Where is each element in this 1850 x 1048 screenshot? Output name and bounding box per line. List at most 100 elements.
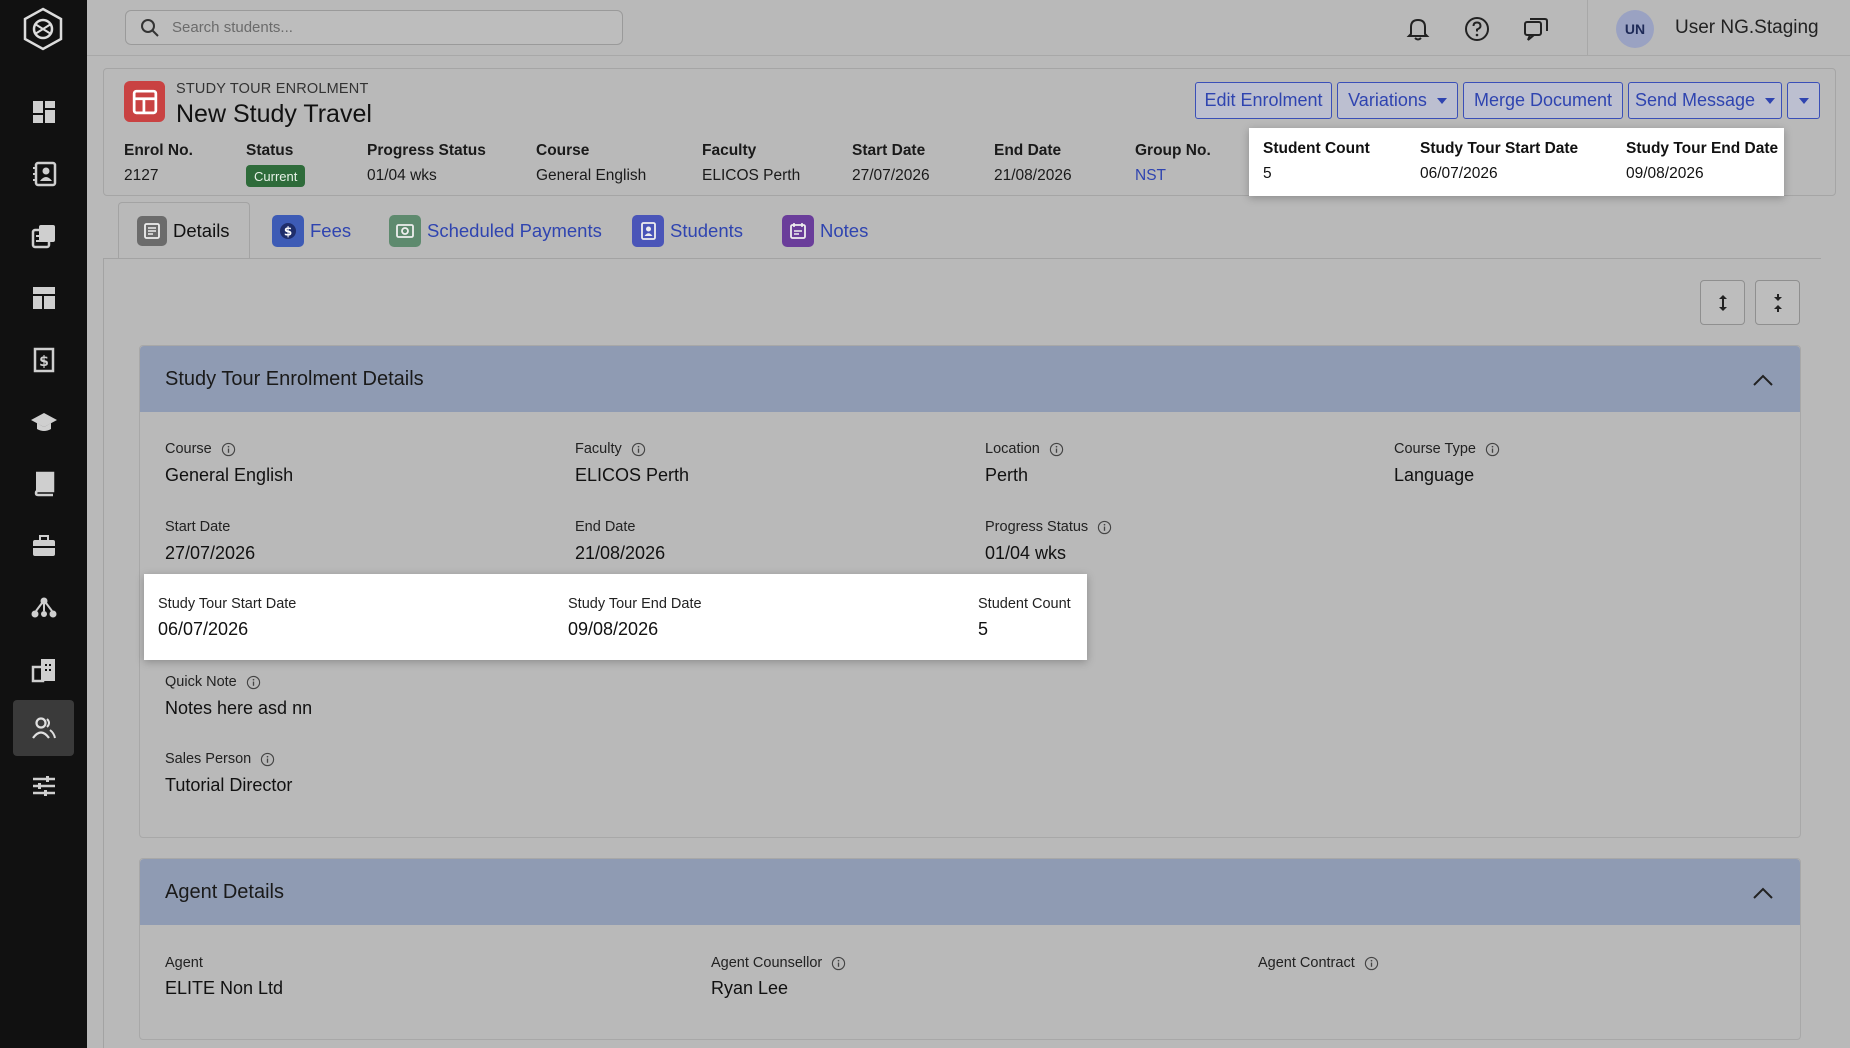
layout-grid-icon bbox=[132, 89, 157, 114]
nav-network[interactable] bbox=[13, 580, 74, 636]
tab-students[interactable]: Students bbox=[632, 202, 743, 259]
contact-book-icon bbox=[641, 221, 656, 240]
nav-dashboard[interactable] bbox=[13, 84, 74, 140]
sidebar: $ bbox=[0, 0, 87, 1048]
calendar-note-icon bbox=[790, 222, 806, 239]
info-icon[interactable] bbox=[1364, 956, 1379, 971]
agent-counsellor-link[interactable]: Ryan Lee bbox=[711, 978, 788, 999]
edit-enrolment-button[interactable]: Edit Enrolment bbox=[1195, 82, 1332, 119]
info-icon[interactable] bbox=[1485, 442, 1500, 457]
tab-details[interactable]: Details bbox=[118, 202, 250, 259]
variations-button[interactable]: Variations bbox=[1337, 82, 1458, 119]
send-message-label: Send Message bbox=[1634, 90, 1756, 110]
nav-people[interactable] bbox=[13, 700, 74, 756]
dashboard-icon bbox=[32, 101, 55, 123]
popover-student-count-label: Student Count bbox=[978, 596, 1071, 612]
more-actions-button[interactable] bbox=[1787, 82, 1820, 119]
quick-note-field-value: Notes here asd nn bbox=[165, 698, 313, 718]
topbar-divider bbox=[1587, 0, 1588, 56]
course-value: General English bbox=[536, 167, 647, 184]
panel-header[interactable]: Study Tour Enrolment Details bbox=[140, 346, 1800, 412]
tab-scheduled-payments[interactable]: Scheduled Payments bbox=[389, 202, 602, 259]
nav-documents[interactable] bbox=[13, 208, 74, 264]
fees-tab-icon-wrap: $ bbox=[272, 214, 304, 247]
info-icon[interactable] bbox=[1097, 520, 1112, 535]
merge-document-button[interactable]: Merge Document bbox=[1463, 82, 1623, 119]
start-date-value: 27/07/2026 bbox=[852, 167, 930, 184]
end-date-field-value: 21/08/2026 bbox=[575, 543, 666, 563]
scheduled-tab-icon-wrap bbox=[389, 214, 421, 247]
study-tour-summary-popover: Student Count 5 Study Tour Start Date 06… bbox=[1249, 128, 1784, 196]
graduation-cap-icon bbox=[30, 413, 57, 431]
faculty-field-value: ELICOS Perth bbox=[575, 465, 690, 485]
group-no-link[interactable]: NST bbox=[1135, 167, 1166, 185]
nav-education[interactable] bbox=[13, 394, 74, 450]
tab-details-label: Details bbox=[173, 220, 230, 241]
app-logo-icon[interactable] bbox=[20, 6, 66, 52]
collapse-all-button[interactable] bbox=[1755, 280, 1800, 325]
location-field-label: Location bbox=[985, 441, 1064, 457]
info-icon[interactable] bbox=[246, 675, 261, 690]
briefcase-icon bbox=[32, 535, 55, 556]
edit-enrolment-label: Edit Enrolment bbox=[1204, 90, 1323, 110]
dollar-coin-icon: $ bbox=[280, 222, 296, 239]
search-icon bbox=[141, 18, 159, 37]
tour-start-value: 06/07/2026 bbox=[1420, 165, 1498, 182]
course-field-value: General English bbox=[165, 465, 294, 485]
status-label: Status bbox=[246, 142, 294, 159]
info-icon[interactable] bbox=[831, 956, 846, 971]
search-input[interactable] bbox=[172, 19, 592, 36]
chevron-up-icon[interactable] bbox=[1751, 368, 1775, 392]
nav-finance[interactable]: $ bbox=[13, 332, 74, 388]
start-date-label: Start Date bbox=[852, 142, 926, 159]
quick-note-field-label-text: Quick Note bbox=[165, 674, 237, 690]
info-icon[interactable] bbox=[260, 752, 275, 767]
info-icon[interactable] bbox=[1049, 442, 1064, 457]
student-count-label: Student Count bbox=[1263, 140, 1370, 157]
course-field-label: Course bbox=[165, 441, 236, 457]
info-icon[interactable] bbox=[631, 442, 646, 457]
page-title: New Study Travel bbox=[176, 100, 372, 128]
agent-link[interactable]: ELITE Non Ltd bbox=[165, 978, 283, 999]
location-field-value: Perth bbox=[985, 465, 1029, 485]
user-name[interactable]: User NG.Staging bbox=[1675, 17, 1819, 39]
caret-down-icon bbox=[1765, 97, 1776, 104]
start-date-field-value: 27/07/2026 bbox=[165, 543, 256, 563]
expand-all-button[interactable] bbox=[1700, 280, 1745, 325]
nav-contacts[interactable] bbox=[13, 146, 74, 202]
tour-start-label: Study Tour Start Date bbox=[1420, 140, 1579, 157]
tab-fees[interactable]: $ Fees bbox=[272, 202, 351, 259]
quick-note-field-label: Quick Note bbox=[165, 674, 261, 690]
tour-end-value: 09/08/2026 bbox=[1626, 165, 1704, 182]
sales-person-field-value: Tutorial Director bbox=[165, 775, 293, 795]
popover-student-count-value: 5 bbox=[978, 619, 989, 639]
nav-jobs[interactable] bbox=[13, 518, 74, 574]
nav-layout[interactable] bbox=[13, 270, 74, 326]
progress-field-value: 01/04 wks bbox=[985, 543, 1067, 563]
collapse-vertical-icon bbox=[1773, 293, 1782, 312]
info-icon[interactable] bbox=[221, 442, 236, 457]
course-type-field-label-text: Course Type bbox=[1394, 441, 1476, 457]
search-box[interactable] bbox=[125, 10, 623, 45]
tab-notes[interactable]: Notes bbox=[782, 202, 868, 259]
book-icon bbox=[34, 471, 54, 497]
nav-settings[interactable] bbox=[13, 758, 74, 814]
avatar[interactable]: UN bbox=[1616, 10, 1654, 48]
enrol-no-label: Enrol No. bbox=[124, 142, 193, 159]
building-icon bbox=[31, 659, 55, 683]
enrol-no-value: 2127 bbox=[124, 167, 159, 184]
bell-icon[interactable] bbox=[1404, 15, 1432, 43]
end-date-label: End Date bbox=[994, 142, 1062, 159]
group-no-label: Group No. bbox=[1135, 142, 1211, 159]
chat-icon[interactable] bbox=[1522, 15, 1550, 43]
send-message-button[interactable]: Send Message bbox=[1628, 82, 1782, 119]
help-icon[interactable] bbox=[1463, 15, 1491, 43]
status-badge: Current bbox=[246, 165, 306, 187]
progress-field-label: Progress Status bbox=[985, 519, 1112, 535]
chevron-up-icon[interactable] bbox=[1751, 881, 1775, 905]
student-count-value: 5 bbox=[1263, 165, 1272, 182]
nav-buildings[interactable] bbox=[13, 642, 74, 698]
notes-tab-icon-wrap bbox=[782, 214, 814, 247]
agent-panel-header[interactable]: Agent Details bbox=[140, 859, 1800, 925]
nav-books[interactable] bbox=[13, 456, 74, 512]
